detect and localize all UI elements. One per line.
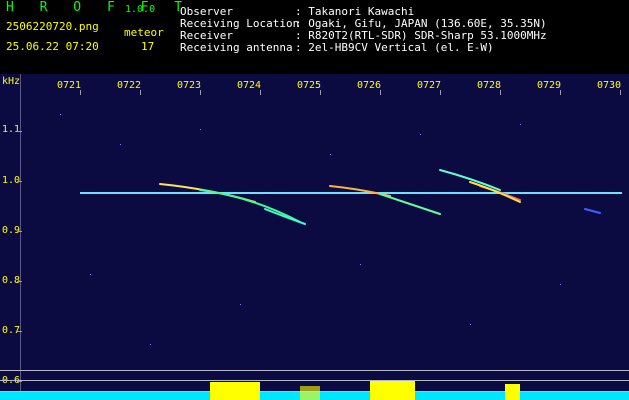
info-value-antenna: : 2el-HB9CV Vertical (el. E-W) (295, 41, 494, 54)
filename-label: 2506220720.png (6, 20, 99, 33)
app-version: 1.0.0 (125, 4, 156, 15)
header-panel: H R O F F T 1.0.0 2506220720.png meteor … (0, 0, 629, 74)
power-bars (0, 381, 629, 400)
meteor-label: meteor (124, 26, 164, 39)
meteor-count: 17 (141, 40, 155, 53)
app-title: H R O F F T (6, 0, 192, 15)
info-key-antenna: Receiving antenna (180, 41, 293, 54)
datetime-label: 25.06.22 07:20 (6, 40, 99, 53)
